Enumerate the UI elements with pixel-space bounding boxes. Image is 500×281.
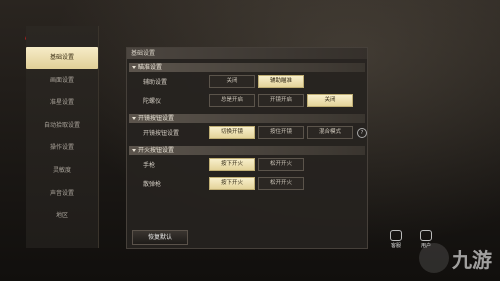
- watermark-logo-icon: [419, 243, 449, 273]
- segmented-control: 切换开镜 按住开镜 混合模式: [209, 126, 353, 139]
- option-press-fire-button[interactable]: 按下开火: [209, 177, 255, 190]
- sidebar-item-controls[interactable]: 操作设置: [26, 137, 98, 159]
- sidebar-item-crosshair[interactable]: 准星设置: [26, 92, 98, 114]
- option-gyro-off-button[interactable]: 关闭: [307, 94, 353, 107]
- setting-label: 手枪: [143, 162, 156, 169]
- option-release-fire-button[interactable]: 松开开火: [258, 158, 304, 171]
- option-hold-scope-button[interactable]: 按住开镜: [258, 126, 304, 139]
- segmented-control: 按下开火 松开开火: [209, 177, 304, 190]
- section-title: 瞄准设置: [138, 64, 163, 71]
- watermark: 九游: [419, 243, 492, 273]
- option-scope-on-button[interactable]: 开镜开启: [258, 94, 304, 107]
- sidebar-item-region[interactable]: 地区: [26, 205, 98, 227]
- segmented-control: 总是开启 开镜开启 关闭: [209, 94, 353, 107]
- panel-title: 基础设置: [127, 48, 367, 59]
- collapse-triangle-icon: [132, 149, 136, 152]
- segmented-control: 按下开火 松开开火: [209, 158, 304, 171]
- headset-icon: [390, 230, 402, 241]
- option-press-fire-button[interactable]: 按下开火: [209, 158, 255, 171]
- tool-label: 客服: [390, 243, 401, 249]
- section-header-fire: 开火按钮设置: [129, 146, 365, 155]
- sidebar-item-graphics[interactable]: 画面设置: [26, 70, 98, 92]
- sidebar-item-basic[interactable]: 基础设置: [26, 47, 98, 69]
- setting-label: 开镜按钮设置: [143, 130, 180, 137]
- watermark-text: 九游: [452, 247, 492, 272]
- reset-default-button[interactable]: 恢复默认: [132, 230, 188, 245]
- option-aim-assist-button[interactable]: 辅助瞄准: [258, 75, 304, 88]
- user-icon: [420, 230, 432, 241]
- section-header-scope: 开镜按钮设置: [129, 114, 365, 123]
- customer-service-button[interactable]: 客服: [387, 230, 405, 249]
- setting-label: 散弹枪: [143, 181, 162, 188]
- option-mixed-mode-button[interactable]: 混合模式: [307, 126, 353, 139]
- collapse-triangle-icon: [132, 66, 136, 69]
- settings-panel: 基础设置 瞄准设置 辅助设置 关闭 辅助瞄准 陀螺仪 总是开启 开镜开启 关闭 …: [126, 47, 368, 249]
- setting-row-shotgun: 散弹枪 按下开火 松开开火: [127, 174, 367, 193]
- setting-label: 辅助设置: [143, 79, 168, 86]
- help-icon[interactable]: ?: [357, 127, 367, 138]
- sidebar-item-sound[interactable]: 声音设置: [26, 183, 98, 205]
- setting-row-assist: 辅助设置 关闭 辅助瞄准: [127, 72, 367, 91]
- setting-label: 陀螺仪: [143, 98, 162, 105]
- collapse-triangle-icon: [132, 117, 136, 120]
- segmented-control: 关闭 辅助瞄准: [209, 75, 304, 88]
- sidebar-item-sensitivity[interactable]: 灵敏度: [26, 160, 98, 182]
- setting-row-pistol: 手枪 按下开火 松开开火: [127, 155, 367, 174]
- setting-row-gyro: 陀螺仪 总是开启 开镜开启 关闭: [127, 91, 367, 110]
- section-title: 开镜按钮设置: [138, 115, 175, 122]
- section-header-aim: 瞄准设置: [129, 63, 365, 72]
- option-off-button[interactable]: 关闭: [209, 75, 255, 88]
- option-toggle-scope-button[interactable]: 切换开镜: [209, 126, 255, 139]
- sidebar-nav: 基础设置 画面设置 准星设置 自动拾取设置 操作设置 灵敏度 声音设置 地区: [26, 47, 98, 228]
- setting-row-scope: 开镜按钮设置 切换开镜 按住开镜 混合模式 ?: [127, 123, 367, 142]
- section-title: 开火按钮设置: [138, 147, 175, 154]
- option-release-fire-button[interactable]: 松开开火: [258, 177, 304, 190]
- option-always-on-button[interactable]: 总是开启: [209, 94, 255, 107]
- sidebar-item-autopickup[interactable]: 自动拾取设置: [26, 115, 98, 137]
